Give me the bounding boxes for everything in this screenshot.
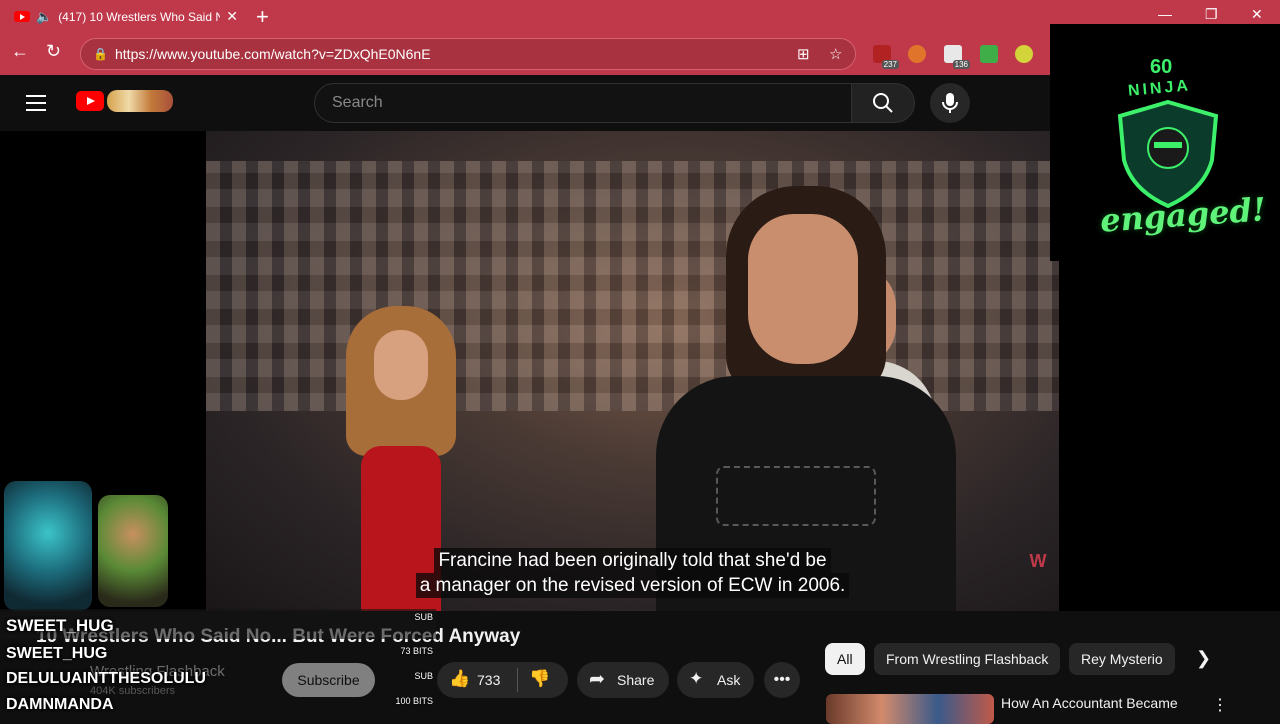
- wizard-avatar: [4, 481, 92, 611]
- target-extension-icon[interactable]: [1015, 45, 1033, 63]
- badge-number: 60: [1150, 56, 1173, 78]
- hatter-avatar: [98, 495, 168, 607]
- voice-search-button[interactable]: [930, 83, 970, 123]
- like-dislike-group: 👍 733 👎: [437, 662, 568, 698]
- share-button[interactable]: ➦ Share: [577, 662, 669, 698]
- closed-captions: Francine had been originally told that s…: [206, 548, 1059, 598]
- window-close-icon[interactable]: ✕: [1251, 6, 1263, 23]
- recommendation-title[interactable]: How An Accountant Became: [1001, 695, 1178, 711]
- ninja-shield-icon: [1117, 99, 1219, 208]
- app-install-icon[interactable]: ⊞: [797, 45, 810, 63]
- caption-line: Francine had been originally told that s…: [434, 548, 831, 573]
- chip-rey-mysterio[interactable]: Rey Mysterio: [1069, 643, 1175, 675]
- tab-close-icon[interactable]: ✕: [226, 8, 238, 25]
- browser-tab[interactable]: 🔈 (417) 10 Wrestlers Who Said N ✕: [6, 3, 246, 30]
- lock-icon: 🔒: [93, 47, 108, 61]
- like-icon[interactable]: 👍: [449, 669, 470, 689]
- like-divider: [517, 668, 518, 692]
- logo-doodle: [107, 90, 173, 112]
- checkmark-extension-icon[interactable]: [980, 45, 998, 63]
- event-feed: SWEET_HUG SUB SWEET_HUG 73 BITS DELULUAI…: [0, 609, 436, 720]
- url-text: https://www.youtube.com/watch?v=ZDxQhE0N…: [115, 46, 431, 62]
- feed-item: DELULUAINTTHESOLULU SUB: [6, 670, 433, 687]
- more-actions-button[interactable]: •••: [764, 662, 800, 698]
- video-frame[interactable]: Francine had been originally told that s…: [206, 131, 1059, 611]
- dislike-icon[interactable]: 👎: [529, 669, 550, 689]
- ublock-extension-icon[interactable]: 237: [873, 45, 899, 69]
- youtube-header: Search: [0, 75, 1050, 131]
- favorite-star-icon[interactable]: ☆: [829, 45, 842, 63]
- share-label: Share: [617, 672, 655, 688]
- search-button[interactable]: [851, 83, 915, 123]
- restore-icon[interactable]: ❐: [1205, 6, 1218, 23]
- share-icon: ➦: [589, 669, 605, 690]
- fox-extension-icon[interactable]: [908, 45, 926, 63]
- search-icon: [873, 93, 893, 113]
- streamer-avatars: [0, 475, 180, 613]
- microphone-icon: [942, 93, 958, 113]
- back-icon[interactable]: ←: [11, 41, 29, 62]
- ask-button[interactable]: ✦ Ask: [677, 662, 754, 698]
- more-horizontal-icon: •••: [773, 671, 791, 688]
- channel-watermark-icon[interactable]: W: [1021, 551, 1055, 581]
- ask-label: Ask: [717, 672, 741, 688]
- more-vertical-icon[interactable]: ⋮: [1212, 695, 1228, 715]
- chevron-right-icon[interactable]: ❯: [1196, 648, 1211, 669]
- youtube-favicon-icon: [14, 11, 30, 22]
- new-tab-button[interactable]: +: [256, 4, 269, 30]
- feed-item: SWEET_HUG SUB: [0, 609, 436, 639]
- caption-line: a manager on the revised version of ECW …: [415, 573, 850, 598]
- tab-title: (417) 10 Wrestlers Who Said N: [58, 9, 221, 24]
- feed-item: DAMNMANDA 100 BITS: [6, 696, 433, 713]
- sparkle-icon: ✦: [689, 669, 704, 688]
- address-bar[interactable]: 🔒 https://www.youtube.com/watch?v=ZDxQhE…: [80, 38, 856, 70]
- youtube-play-icon: [76, 91, 104, 111]
- speaker-icon[interactable]: 🔈: [36, 9, 52, 25]
- minimize-icon[interactable]: —: [1158, 6, 1172, 22]
- youtube-logo[interactable]: [76, 90, 173, 112]
- chip-from-channel[interactable]: From Wrestling Flashback: [874, 643, 1061, 675]
- reload-icon[interactable]: ↻: [46, 41, 61, 62]
- like-count[interactable]: 733: [477, 672, 500, 688]
- menu-icon[interactable]: [26, 95, 46, 111]
- cat-extension-icon[interactable]: 136: [944, 45, 970, 69]
- feed-item: SWEET_HUG 73 BITS: [6, 645, 433, 662]
- search-input[interactable]: Search: [314, 83, 852, 123]
- chip-all[interactable]: All: [825, 643, 865, 675]
